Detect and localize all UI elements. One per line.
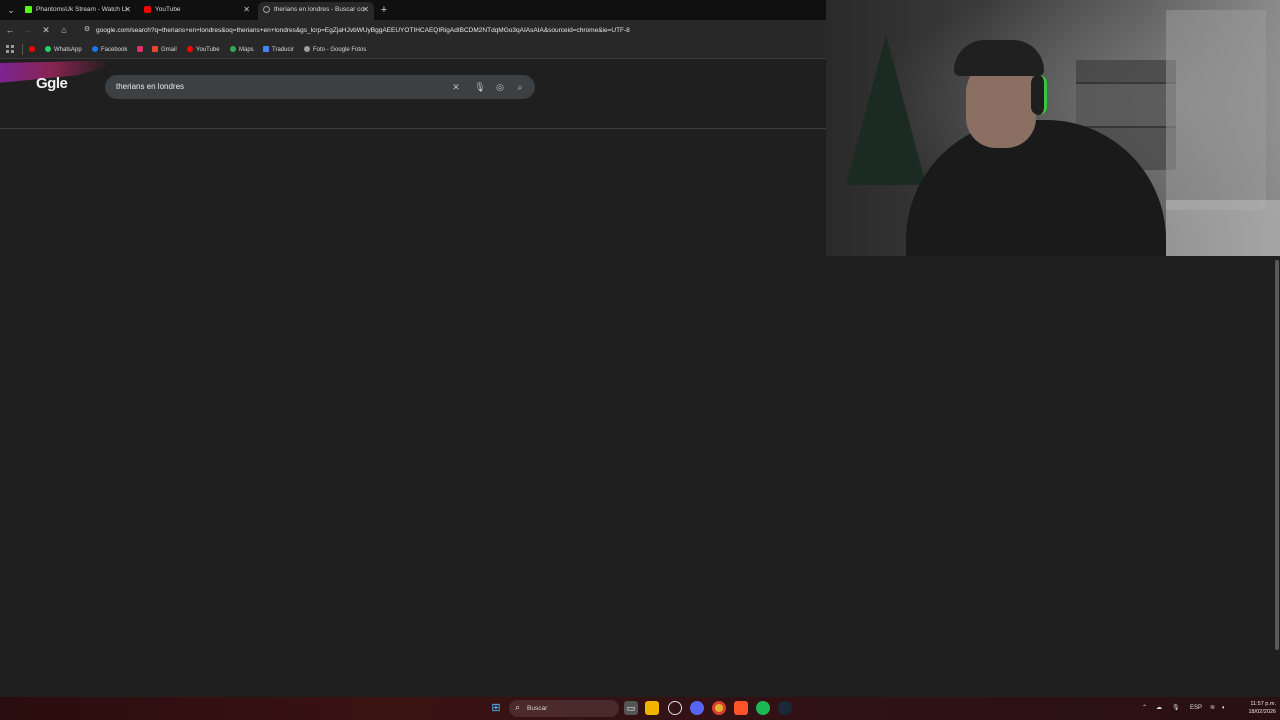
youtube-icon [187,46,193,52]
tab-label: PhantomsUk Stream - Watch Li [36,6,127,13]
page-scrollbar[interactable] [1275,260,1279,650]
tab-google-search[interactable]: therians en londres - Buscar co ✕ [258,2,374,20]
google-logo[interactable]: Ggle [36,75,68,92]
task-view-icon[interactable]: ▭ [624,701,638,715]
chrome-icon[interactable] [712,701,726,715]
bookmark-separator [22,44,23,55]
bookmark-facebook[interactable]: Facebook [92,41,127,59]
tab-label: therians en londres - Buscar co [274,6,364,13]
stop-loading-icon[interactable]: ✕ [40,24,52,36]
forward-arrow-icon[interactable]: → [22,24,34,36]
wifi-icon[interactable]: ≋ [1210,697,1215,720]
apps-grid-icon[interactable] [6,45,14,53]
maps-pin-icon [230,46,236,52]
person-cap [954,40,1044,76]
app-circle-icon[interactable] [668,701,682,715]
instagram-icon [137,46,143,52]
close-icon[interactable]: ✕ [124,2,131,18]
youtube-icon [29,46,35,52]
taskbar-search[interactable]: ⌕ Buscar [509,700,619,717]
desk [1166,200,1280,256]
tab-phantomsuk[interactable]: PhantomsUk Stream - Watch Li ✕ [20,2,136,20]
bookmark-label: WhatsApp [54,47,82,53]
volume-icon[interactable]: 🔈︎ [1222,697,1226,720]
clock-date: 18/02/2026 [1248,709,1276,715]
back-arrow-icon[interactable]: ← [4,24,16,36]
close-icon[interactable]: ✕ [243,2,250,18]
home-icon[interactable]: ⌂ [58,24,70,36]
bookmark-maps[interactable]: Maps [230,41,254,59]
camera-lens-icon[interactable]: ◎ [494,81,506,93]
keyboard-language[interactable]: ESP [1190,697,1202,720]
windows-taskbar: ⊞ ⌕ Buscar ▭ ⌃ ☁ 🎙︎ ESP ≋ 🔈︎ 11:57 p.m. … [0,697,1280,720]
bookmark-label: YouTube [196,47,220,53]
spotify-icon[interactable] [756,701,770,715]
headset [1031,75,1047,115]
bookmark-google-fotos[interactable]: Foto - Google Fotos [304,41,366,59]
search-icon: ⌕ [515,702,521,712]
bookmark-youtube-icon-only[interactable] [29,41,38,59]
tray-network-icon[interactable]: ☁ [1156,697,1162,720]
new-tab-plus-icon[interactable]: + [379,3,389,17]
steam-icon[interactable] [778,701,792,715]
clock[interactable]: 11:57 p.m. 18/02/2026 [1238,700,1276,716]
taskbar-search-label: Buscar [527,705,548,712]
globe-icon [304,46,310,52]
brave-lion-icon[interactable] [734,701,748,715]
clear-search-close-icon[interactable]: ✕ [450,81,462,93]
file-explorer-folder-icon[interactable] [645,701,659,715]
tray-chevron-up-icon[interactable]: ⌃ [1142,697,1147,720]
tab-search-chevron-icon[interactable]: ⌄ [4,3,18,17]
bookmark-gmail[interactable]: Gmail [152,41,177,59]
translate-icon [263,46,269,52]
site-info-tune-icon[interactable]: ⚙ [82,25,92,35]
google-favicon-icon [263,6,270,13]
address-bar[interactable]: ⚙ google.com/search?q=therians+en+londre… [78,22,824,39]
gmail-icon [152,46,158,52]
bookmark-whatsapp[interactable]: WhatsApp [45,41,82,59]
microphone-icon[interactable]: 🎙︎ [474,81,486,93]
tab-youtube[interactable]: YouTube ✕ [139,2,255,20]
clock-time: 11:57 p.m. [1250,701,1276,707]
search-query-text[interactable]: therians en londres [116,75,184,99]
door [1166,10,1266,210]
url-text[interactable]: google.com/search?q=therians+en+londres&… [96,22,630,39]
bookmark-label: Facebook [101,47,128,53]
facebook-icon [92,46,98,52]
bookmark-traducir[interactable]: Traducir [263,41,294,59]
whatsapp-icon [45,46,51,52]
tray-mic-icon[interactable]: 🎙︎ [1172,697,1180,720]
bookmark-youtube[interactable]: YouTube [187,41,220,59]
webcam-overlay [826,0,1280,256]
kick-favicon-icon [25,6,32,13]
bookmark-label: Gmail [161,47,177,53]
search-box[interactable]: therians en londres ✕ 🎙︎ ◎ ⌕ [105,75,535,99]
search-magnifier-icon[interactable]: ⌕ [514,81,526,93]
discord-icon[interactable] [690,701,704,715]
bookmark-label: Foto - Google Fotos [313,47,367,53]
tab-label: YouTube [155,6,181,13]
close-icon[interactable]: ✕ [362,2,369,18]
bookmark-label: Maps [239,47,254,53]
bookmark-instagram[interactable] [137,41,146,59]
header-divider [0,128,826,129]
windows-start-icon[interactable]: ⊞ [489,701,503,715]
bookmark-label: Traducir [272,47,294,53]
youtube-favicon-icon [144,6,151,13]
